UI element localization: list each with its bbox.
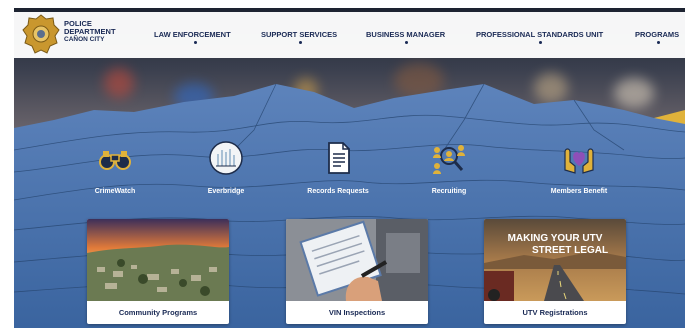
nav-business-manager[interactable]: BUSINESS MANAGER (366, 30, 445, 39)
everbridge-icon (209, 141, 243, 175)
card-caption: VIN Inspections (328, 308, 386, 317)
document-icon (328, 142, 350, 174)
brand-line-2: DEPARTMENT (64, 27, 116, 36)
utv-overlay-line-1: MAKING YOUR UTV (507, 233, 603, 244)
nav-programs[interactable]: PROGRAMS (635, 30, 679, 39)
card-caption: UTV Registrations (522, 308, 588, 317)
quick-link-label: Members Benefit (550, 188, 608, 195)
quick-link-label: CrimeWatch (94, 188, 136, 195)
nav-dropdown-indicator (539, 41, 542, 44)
brand-line-3: CAÑON CITY (64, 36, 105, 43)
top-navigation-bar: POLICE DEPARTMENT CAÑON CITY LAW ENFORCE… (14, 12, 685, 58)
card-vin-inspections[interactable]: VIN Inspections (286, 219, 428, 324)
quick-link-label: Everbridge (207, 188, 245, 195)
utv-overlay-text: MAKING YOUR UTV STREET LEGAL (484, 233, 626, 257)
quick-link-everbridge[interactable]: Everbridge (181, 140, 271, 195)
quick-link-crimewatch[interactable]: CrimeWatch (70, 140, 160, 195)
page: POLICE DEPARTMENT CAÑON CITY LAW ENFORCE… (0, 0, 685, 328)
quick-link-records-requests[interactable]: Records Requests (293, 140, 383, 195)
nav-dropdown-indicator (194, 41, 197, 44)
clipboard-inspection-photo (286, 219, 428, 301)
recruiting-icon (433, 145, 465, 174)
card-caption: Community Programs (118, 308, 198, 317)
nav-dropdown-indicator (299, 41, 302, 44)
nav-dropdown-indicator (657, 41, 660, 44)
police-badge-icon[interactable] (22, 14, 60, 56)
nav-professional-standards-unit[interactable]: PROFESSIONAL STANDARDS UNIT (476, 30, 603, 39)
heart-hands-icon (564, 148, 594, 174)
card-community-programs[interactable]: Community Programs (87, 219, 229, 324)
nav-support-services[interactable]: SUPPORT SERVICES (261, 30, 337, 39)
quick-link-members-benefit[interactable]: Members Benefit (534, 140, 624, 195)
nav-law-enforcement[interactable]: LAW ENFORCEMENT (154, 30, 231, 39)
utv-street-legal-photo (484, 219, 626, 301)
sunset-town-photo (87, 219, 229, 301)
utv-overlay-line-2: STREET LEGAL (531, 245, 609, 256)
card-utv-registrations[interactable]: MAKING YOUR UTV STREET LEGAL UTV Registr… (484, 219, 626, 324)
nav-dropdown-indicator (405, 41, 408, 44)
quick-link-label: Recruiting (431, 188, 467, 195)
quick-link-label: Records Requests (307, 188, 369, 195)
department-name[interactable]: POLICE DEPARTMENT CAÑON CITY (64, 20, 116, 44)
quick-link-recruiting[interactable]: Recruiting (404, 140, 494, 195)
binoculars-icon (99, 151, 131, 170)
